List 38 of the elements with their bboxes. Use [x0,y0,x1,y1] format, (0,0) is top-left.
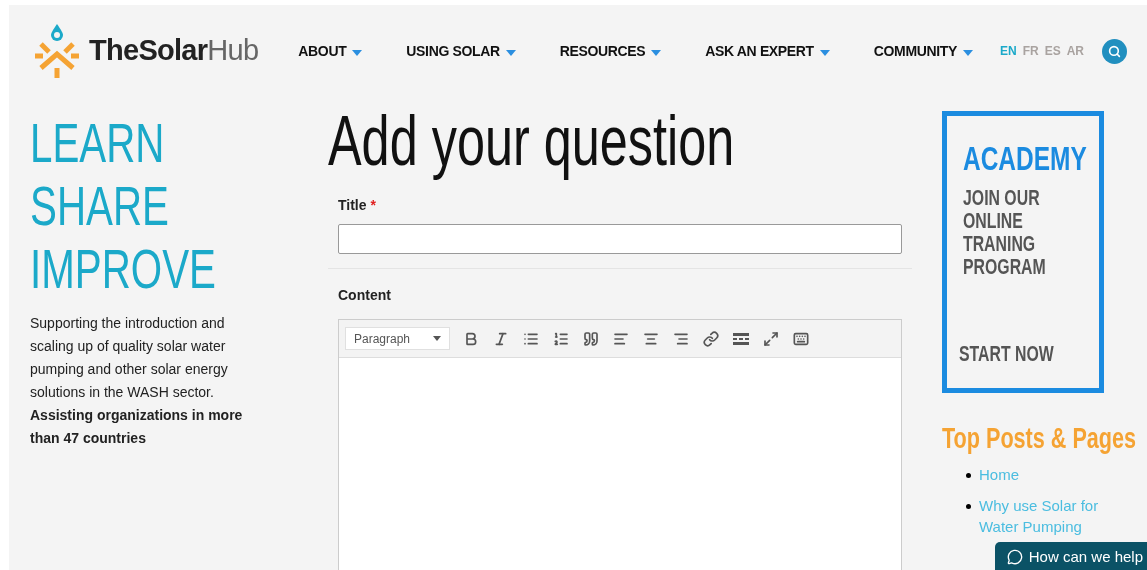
chat-icon [1006,549,1023,565]
nav-link[interactable]: COMMUNITY [873,40,973,62]
page-heading: Add your question [328,101,735,181]
caret-icon [505,50,516,56]
nav-link[interactable]: ABOUT [298,40,363,62]
format-select[interactable]: Paragraph [345,327,450,350]
title-input-field[interactable] [338,224,902,254]
tagline-word: SHARE [30,174,169,237]
tagline-word: LEARN [30,111,165,174]
sidebar-heading: Top Posts & Pages [942,420,1137,456]
field-label: Content [338,287,391,303]
required-mark: * [370,196,376,215]
start-now-link[interactable]: START NOW [959,337,1054,370]
fullscreen-icon[interactable] [761,329,780,348]
nav-link[interactable]: ASK AN EXPERT [705,40,830,62]
caret-icon [963,50,973,56]
tagline-word: IMPROVE [30,237,216,300]
sun-logo-icon [33,22,81,80]
academy-banner[interactable]: ACADEMY JOIN OUR ONLINE TRANING PROGRAM START NOW [942,111,1104,393]
caret-icon [352,50,363,56]
caret-icon [433,336,441,341]
site-logo[interactable]: TheSolarHub [89,29,259,73]
academy-text: JOIN OUR ONLINE TRANING PROGRAM [963,186,1047,278]
intro-text: Supporting the introduction and scaling up of quality solar water pumping and other solar energy solutions in the WASH sector. Assisting organizations in more than 47 countries [30,314,244,448]
chat-button[interactable]: How can we help [994,542,1147,570]
field-label: Title [338,196,367,215]
caret-icon [651,50,662,56]
nav-link[interactable]: USING SOLAR [406,40,516,62]
search-button[interactable] [1102,38,1127,64]
nav-link[interactable]: RESOURCES [559,40,662,62]
academy-title: ACADEMY [963,138,1087,178]
search-icon [1108,44,1121,58]
bullet-icon [966,473,971,478]
bullet-icon [966,504,971,509]
caret-icon [819,50,830,56]
content-editor-field[interactable] [339,358,901,570]
link-icon[interactable] [701,329,720,348]
quote-icon[interactable] [581,329,600,348]
